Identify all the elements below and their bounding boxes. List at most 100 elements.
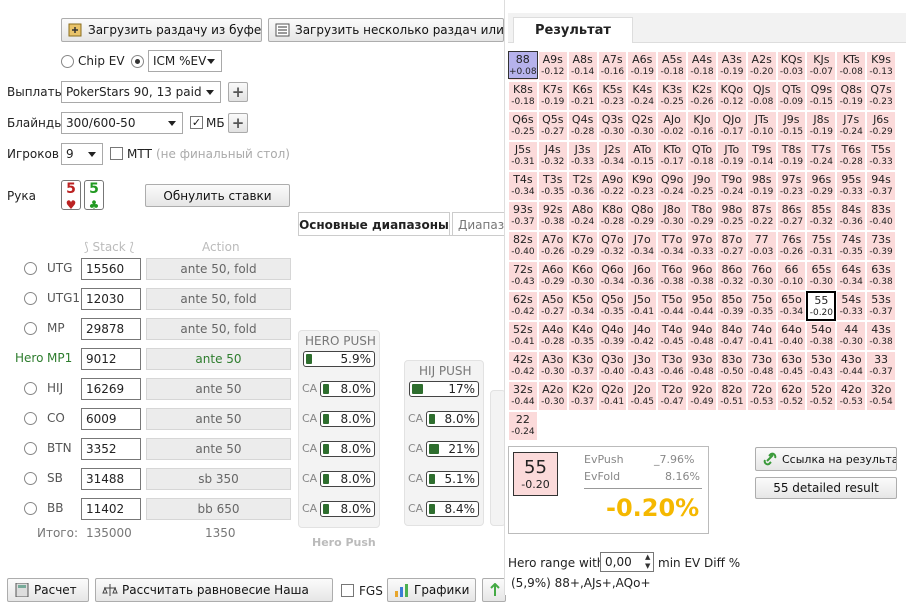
hand-cell[interactable]: T8o -0.29 xyxy=(687,201,717,231)
hand-cell[interactable]: J7s -0.24 xyxy=(836,111,867,141)
action-field[interactable]: ante 50, fold xyxy=(146,288,291,310)
hand-cell[interactable]: J6s -0.29 xyxy=(866,111,896,141)
seat-radio[interactable] xyxy=(24,502,37,515)
hand-cell[interactable]: 44 -0.30 xyxy=(836,321,867,351)
hand-cell[interactable]: Q9s -0.15 xyxy=(806,81,837,111)
hand-cell[interactable]: K3o -0.37 xyxy=(567,351,598,381)
hand-cell[interactable]: J8s -0.19 xyxy=(806,111,837,141)
hand-cell[interactable]: 95s -0.33 xyxy=(836,171,867,201)
hand-cell[interactable]: 96s -0.29 xyxy=(806,171,837,201)
hand-cell[interactable]: K6s -0.21 xyxy=(567,81,598,111)
hand-cell[interactable]: J3s -0.33 xyxy=(567,141,598,171)
hand-cell[interactable]: J3o -0.43 xyxy=(627,351,658,381)
hand-cell[interactable]: 96o -0.38 xyxy=(687,261,717,291)
hand-cell[interactable]: 63s -0.38 xyxy=(866,261,896,291)
hand-cell[interactable]: T7s -0.24 xyxy=(806,141,837,171)
hand-cell[interactable]: 52s -0.41 xyxy=(508,321,538,351)
hand-cell[interactable]: 63o -0.45 xyxy=(776,351,807,381)
hand-cell[interactable]: J6o -0.36 xyxy=(627,261,658,291)
hand-cell[interactable]: 87s -0.22 xyxy=(746,201,777,231)
hand-cell[interactable]: K5o -0.34 xyxy=(567,291,598,321)
payouts-select[interactable]: PokerStars 90, 13 paid xyxy=(61,81,221,103)
hand-cell[interactable]: 43o -0.44 xyxy=(836,351,867,381)
hand-cell[interactable]: A4s -0.18 xyxy=(687,51,717,81)
stack-input[interactable]: 12030 xyxy=(81,288,141,310)
hand-cell[interactable]: 92s -0.38 xyxy=(537,201,568,231)
hand-cell[interactable]: 32o -0.54 xyxy=(866,381,896,411)
hand-cell[interactable]: T4s -0.34 xyxy=(508,171,538,201)
hand-cell[interactable]: 64o -0.40 xyxy=(776,321,807,351)
hand-cell[interactable]: 72s -0.43 xyxy=(508,261,538,291)
hand-cell[interactable]: 76s -0.26 xyxy=(776,231,807,261)
hand-cell[interactable]: T5s -0.33 xyxy=(866,141,896,171)
hand-cell[interactable]: 65o -0.34 xyxy=(776,291,807,321)
hand-cell[interactable]: J4s -0.32 xyxy=(537,141,568,171)
call-range-bar[interactable]: 21% xyxy=(426,441,479,457)
hand-cell[interactable]: JTo -0.19 xyxy=(716,141,747,171)
result-link-button[interactable]: Ссылка на результат xyxy=(755,447,897,471)
hand-cell[interactable]: 77 -0.03 xyxy=(746,231,777,261)
hand-cell[interactable]: QJs -0.08 xyxy=(746,81,777,111)
hand-cell[interactable]: J5s -0.31 xyxy=(508,141,538,171)
mb-checkbox[interactable]: ✓ xyxy=(190,116,203,129)
hand-cell[interactable]: 64s -0.34 xyxy=(836,261,867,291)
load-multiple-button[interactable]: Загрузить несколько раздач или тур xyxy=(268,18,504,42)
hand-cell[interactable]: KTs -0.08 xyxy=(836,51,867,81)
call-range-bar[interactable]: 5.1% xyxy=(426,471,479,487)
hand-cell[interactable]: 83s -0.40 xyxy=(866,201,896,231)
hand-cell[interactable]: 72o -0.53 xyxy=(746,381,777,411)
hand-cell[interactable]: KJs -0.07 xyxy=(806,51,837,81)
add-blinds-button[interactable]: + xyxy=(228,113,248,133)
hand-cell[interactable]: T9s -0.14 xyxy=(746,141,777,171)
hand-cell[interactable]: K9o -0.23 xyxy=(627,171,658,201)
hand-cell[interactable]: A3s -0.19 xyxy=(716,51,747,81)
load-clipboard-button[interactable]: Загрузить раздачу из буфера xyxy=(61,18,262,42)
stack-input[interactable]: 16269 xyxy=(81,378,141,400)
seat-radio[interactable] xyxy=(24,442,37,455)
hero-push-bar[interactable]: 5.9% xyxy=(303,351,375,367)
hand-cell[interactable]: 74o -0.41 xyxy=(746,321,777,351)
hand-cell[interactable]: T5o -0.44 xyxy=(657,291,688,321)
hand-cell[interactable]: 88 +0.08 xyxy=(508,51,538,79)
hand-cell[interactable]: A5s -0.18 xyxy=(657,51,688,81)
stack-input[interactable]: 11402 xyxy=(81,498,141,520)
hand-cell[interactable]: Q4o -0.39 xyxy=(597,321,628,351)
hand-cell[interactable]: 95o -0.44 xyxy=(687,291,717,321)
hand-cell[interactable]: Q2s -0.30 xyxy=(627,111,658,141)
hand-cell[interactable]: ATo -0.15 xyxy=(627,141,658,171)
hand-cell[interactable]: A9s -0.12 xyxy=(537,51,568,81)
call-range-bar[interactable]: 8.0% xyxy=(426,411,479,427)
mtt-checkbox[interactable] xyxy=(110,147,123,160)
call-range-bar[interactable]: 8.0% xyxy=(320,381,375,397)
hand-cell[interactable]: 55 -0.20 xyxy=(806,291,837,321)
hand-cell[interactable]: 86o -0.32 xyxy=(716,261,747,291)
hand-cell[interactable]: 54o -0.38 xyxy=(806,321,837,351)
hand-cell[interactable]: JTs -0.10 xyxy=(746,111,777,141)
hand-cell[interactable]: K2s -0.26 xyxy=(687,81,717,111)
hand-cell[interactable]: K4s -0.24 xyxy=(627,81,658,111)
hand-cell[interactable]: 76o -0.30 xyxy=(746,261,777,291)
blinds-select[interactable]: 300/600-50 xyxy=(61,112,183,134)
hand-cell[interactable]: J8o -0.30 xyxy=(657,201,688,231)
hand-cell[interactable]: 22 -0.24 xyxy=(508,411,538,441)
hand-cell[interactable]: Q9o -0.24 xyxy=(657,171,688,201)
hand-cell[interactable]: 86s -0.27 xyxy=(776,201,807,231)
hand-cell[interactable]: KJo -0.16 xyxy=(687,111,717,141)
hand-cell[interactable]: 73s -0.39 xyxy=(866,231,896,261)
hand-cell[interactable]: 83o -0.50 xyxy=(716,351,747,381)
hand-cell[interactable]: A5o -0.27 xyxy=(537,291,568,321)
hand-cell[interactable]: T4o -0.45 xyxy=(657,321,688,351)
hand-cell[interactable]: Q5s -0.27 xyxy=(537,111,568,141)
chip-ev-radio[interactable] xyxy=(61,55,74,68)
hand-cell[interactable]: K6o -0.30 xyxy=(567,261,598,291)
action-field[interactable]: ante 50 xyxy=(146,378,291,400)
hij-push-bar[interactable]: 17% xyxy=(409,381,479,397)
hand-cell[interactable]: 74s -0.35 xyxy=(836,231,867,261)
hand-cell[interactable]: 32s -0.44 xyxy=(508,381,538,411)
call-range-bar[interactable]: 8.4% xyxy=(426,501,479,517)
hand-cell[interactable]: 62s -0.42 xyxy=(508,291,538,321)
stack-input[interactable]: 9012 xyxy=(81,348,141,370)
action-field[interactable]: ante 50 xyxy=(146,408,291,430)
hand-cell[interactable]: J2s -0.34 xyxy=(597,141,628,171)
call-range-bar[interactable]: 8.0% xyxy=(320,501,375,517)
